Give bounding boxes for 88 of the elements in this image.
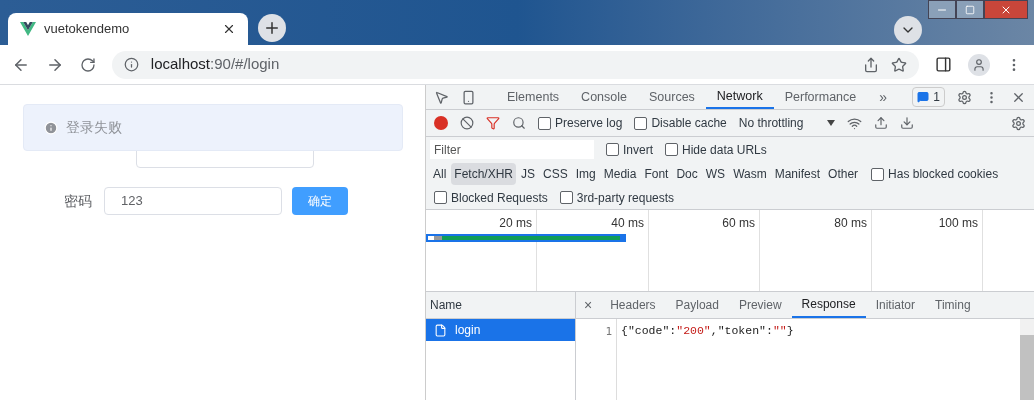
- star-icon[interactable]: [891, 56, 908, 73]
- clear-icon[interactable]: [460, 116, 474, 130]
- line-number: 1: [605, 325, 612, 338]
- vue-logo-icon: [20, 22, 36, 36]
- devtools-tab[interactable]: Elements: [496, 85, 571, 109]
- type-filter[interactable]: CSS: [540, 163, 571, 185]
- more-tabs-text[interactable]: »: [879, 86, 888, 108]
- detail-tab[interactable]: Headers: [600, 292, 666, 318]
- maximize-button[interactable]: [956, 0, 984, 19]
- checkbox[interactable]: [559, 191, 573, 204]
- checkbox[interactable]: [871, 167, 885, 181]
- checkbox[interactable]: [634, 116, 648, 130]
- type-filter[interactable]: Media: [600, 163, 640, 185]
- detail-tab[interactable]: Response: [791, 292, 866, 318]
- type-filter[interactable]: WS: [702, 163, 729, 185]
- address-bar[interactable]: localhost:90/#/login: [111, 50, 920, 79]
- type-filter[interactable]: Doc: [673, 163, 701, 185]
- inspect-icon[interactable]: [434, 89, 449, 105]
- type-filter[interactable]: Fetch/XHR: [451, 163, 517, 185]
- network-conditions-icon[interactable]: [847, 115, 863, 131]
- devtools-tab[interactable]: Console: [570, 85, 638, 109]
- maximize-icon: [965, 4, 975, 15]
- close-icon[interactable]: [222, 22, 236, 36]
- tab-search-button[interactable]: [894, 16, 922, 44]
- browser-tab[interactable]: vuetokendemo: [8, 13, 248, 45]
- info-icon: [123, 57, 139, 72]
- checkbox-label: Blocked Requests: [451, 189, 548, 207]
- dropdown-arrow-icon: [827, 120, 836, 126]
- throttling-select[interactable]: No throttling: [738, 114, 836, 132]
- request-name: login: [455, 322, 481, 339]
- url-text: localhost:90/#/login: [150, 54, 281, 75]
- type-filter[interactable]: Img: [572, 163, 599, 185]
- checkbox-label: Disable cache: [651, 115, 727, 132]
- new-tab-button[interactable]: [258, 14, 286, 42]
- detail-tab[interactable]: Payload: [665, 292, 729, 318]
- info-icon: [44, 120, 58, 135]
- search-icon[interactable]: [512, 116, 526, 130]
- time-tick: 20 ms: [499, 215, 532, 228]
- issues-badge[interactable]: 1: [912, 87, 945, 107]
- detail-tab[interactable]: Timing: [925, 292, 981, 318]
- checkbox-label: Has blocked cookies: [888, 166, 999, 183]
- checkbox-label: 3rd-party requests: [576, 189, 675, 207]
- checkbox[interactable]: [434, 191, 447, 204]
- time-tick: 80 ms: [834, 215, 867, 228]
- devtools-tab[interactable]: Network: [705, 85, 774, 109]
- upload-icon[interactable]: [874, 116, 889, 130]
- time-tick: 60 ms: [722, 215, 755, 228]
- scrollbar[interactable]: [1020, 319, 1034, 400]
- field-label: 密码: [63, 191, 92, 211]
- tab-title: vuetokendemo: [44, 20, 131, 39]
- request-row[interactable]: login: [426, 319, 575, 341]
- checkbox-label: Invert: [623, 141, 653, 159]
- type-filter[interactable]: Manifest: [771, 163, 824, 185]
- filter-field[interactable]: Filter: [430, 140, 594, 159]
- record-icon[interactable]: [434, 116, 448, 130]
- time-tick: 100 ms: [938, 215, 978, 228]
- type-filter[interactable]: JS: [518, 163, 539, 185]
- time-tick: 40 ms: [611, 215, 644, 228]
- checkbox[interactable]: [606, 143, 619, 156]
- reload-icon[interactable]: [79, 56, 96, 73]
- share-icon[interactable]: [863, 56, 880, 73]
- side-panel-icon[interactable]: [935, 56, 953, 73]
- download-icon[interactable]: [900, 116, 915, 130]
- alert-text: 登录失败: [66, 118, 122, 137]
- checkbox-label: Hide data URLs: [682, 141, 767, 159]
- checkbox[interactable]: [665, 143, 678, 156]
- type-filter[interactable]: Font: [641, 163, 672, 185]
- input-field[interactable]: 123: [104, 187, 282, 215]
- settings-icon[interactable]: [957, 89, 972, 105]
- devtools-tab[interactable]: Performance: [773, 85, 868, 109]
- checkbox-label: Preserve log: [555, 115, 623, 132]
- column-header: Name: [430, 297, 462, 314]
- close-detail-text[interactable]: ×: [584, 294, 593, 316]
- response-code: {"code":"200","token":""}: [620, 323, 794, 339]
- checkbox[interactable]: [538, 116, 551, 130]
- filter-icon[interactable]: [486, 116, 500, 130]
- device-icon[interactable]: [461, 89, 476, 105]
- type-filter[interactable]: Other: [825, 163, 862, 185]
- settings-icon[interactable]: [1011, 115, 1026, 131]
- profile-icon[interactable]: [968, 53, 991, 76]
- type-filter[interactable]: All: [430, 163, 450, 185]
- file-icon: [434, 323, 447, 337]
- plus-icon: [263, 19, 281, 37]
- minimize-button[interactable]: [928, 0, 956, 19]
- type-filter[interactable]: Wasm: [730, 163, 770, 185]
- devtools-tab[interactable]: Sources: [638, 85, 706, 109]
- detail-tab[interactable]: Preview: [728, 292, 792, 318]
- detail-tab[interactable]: Initiator: [865, 292, 925, 318]
